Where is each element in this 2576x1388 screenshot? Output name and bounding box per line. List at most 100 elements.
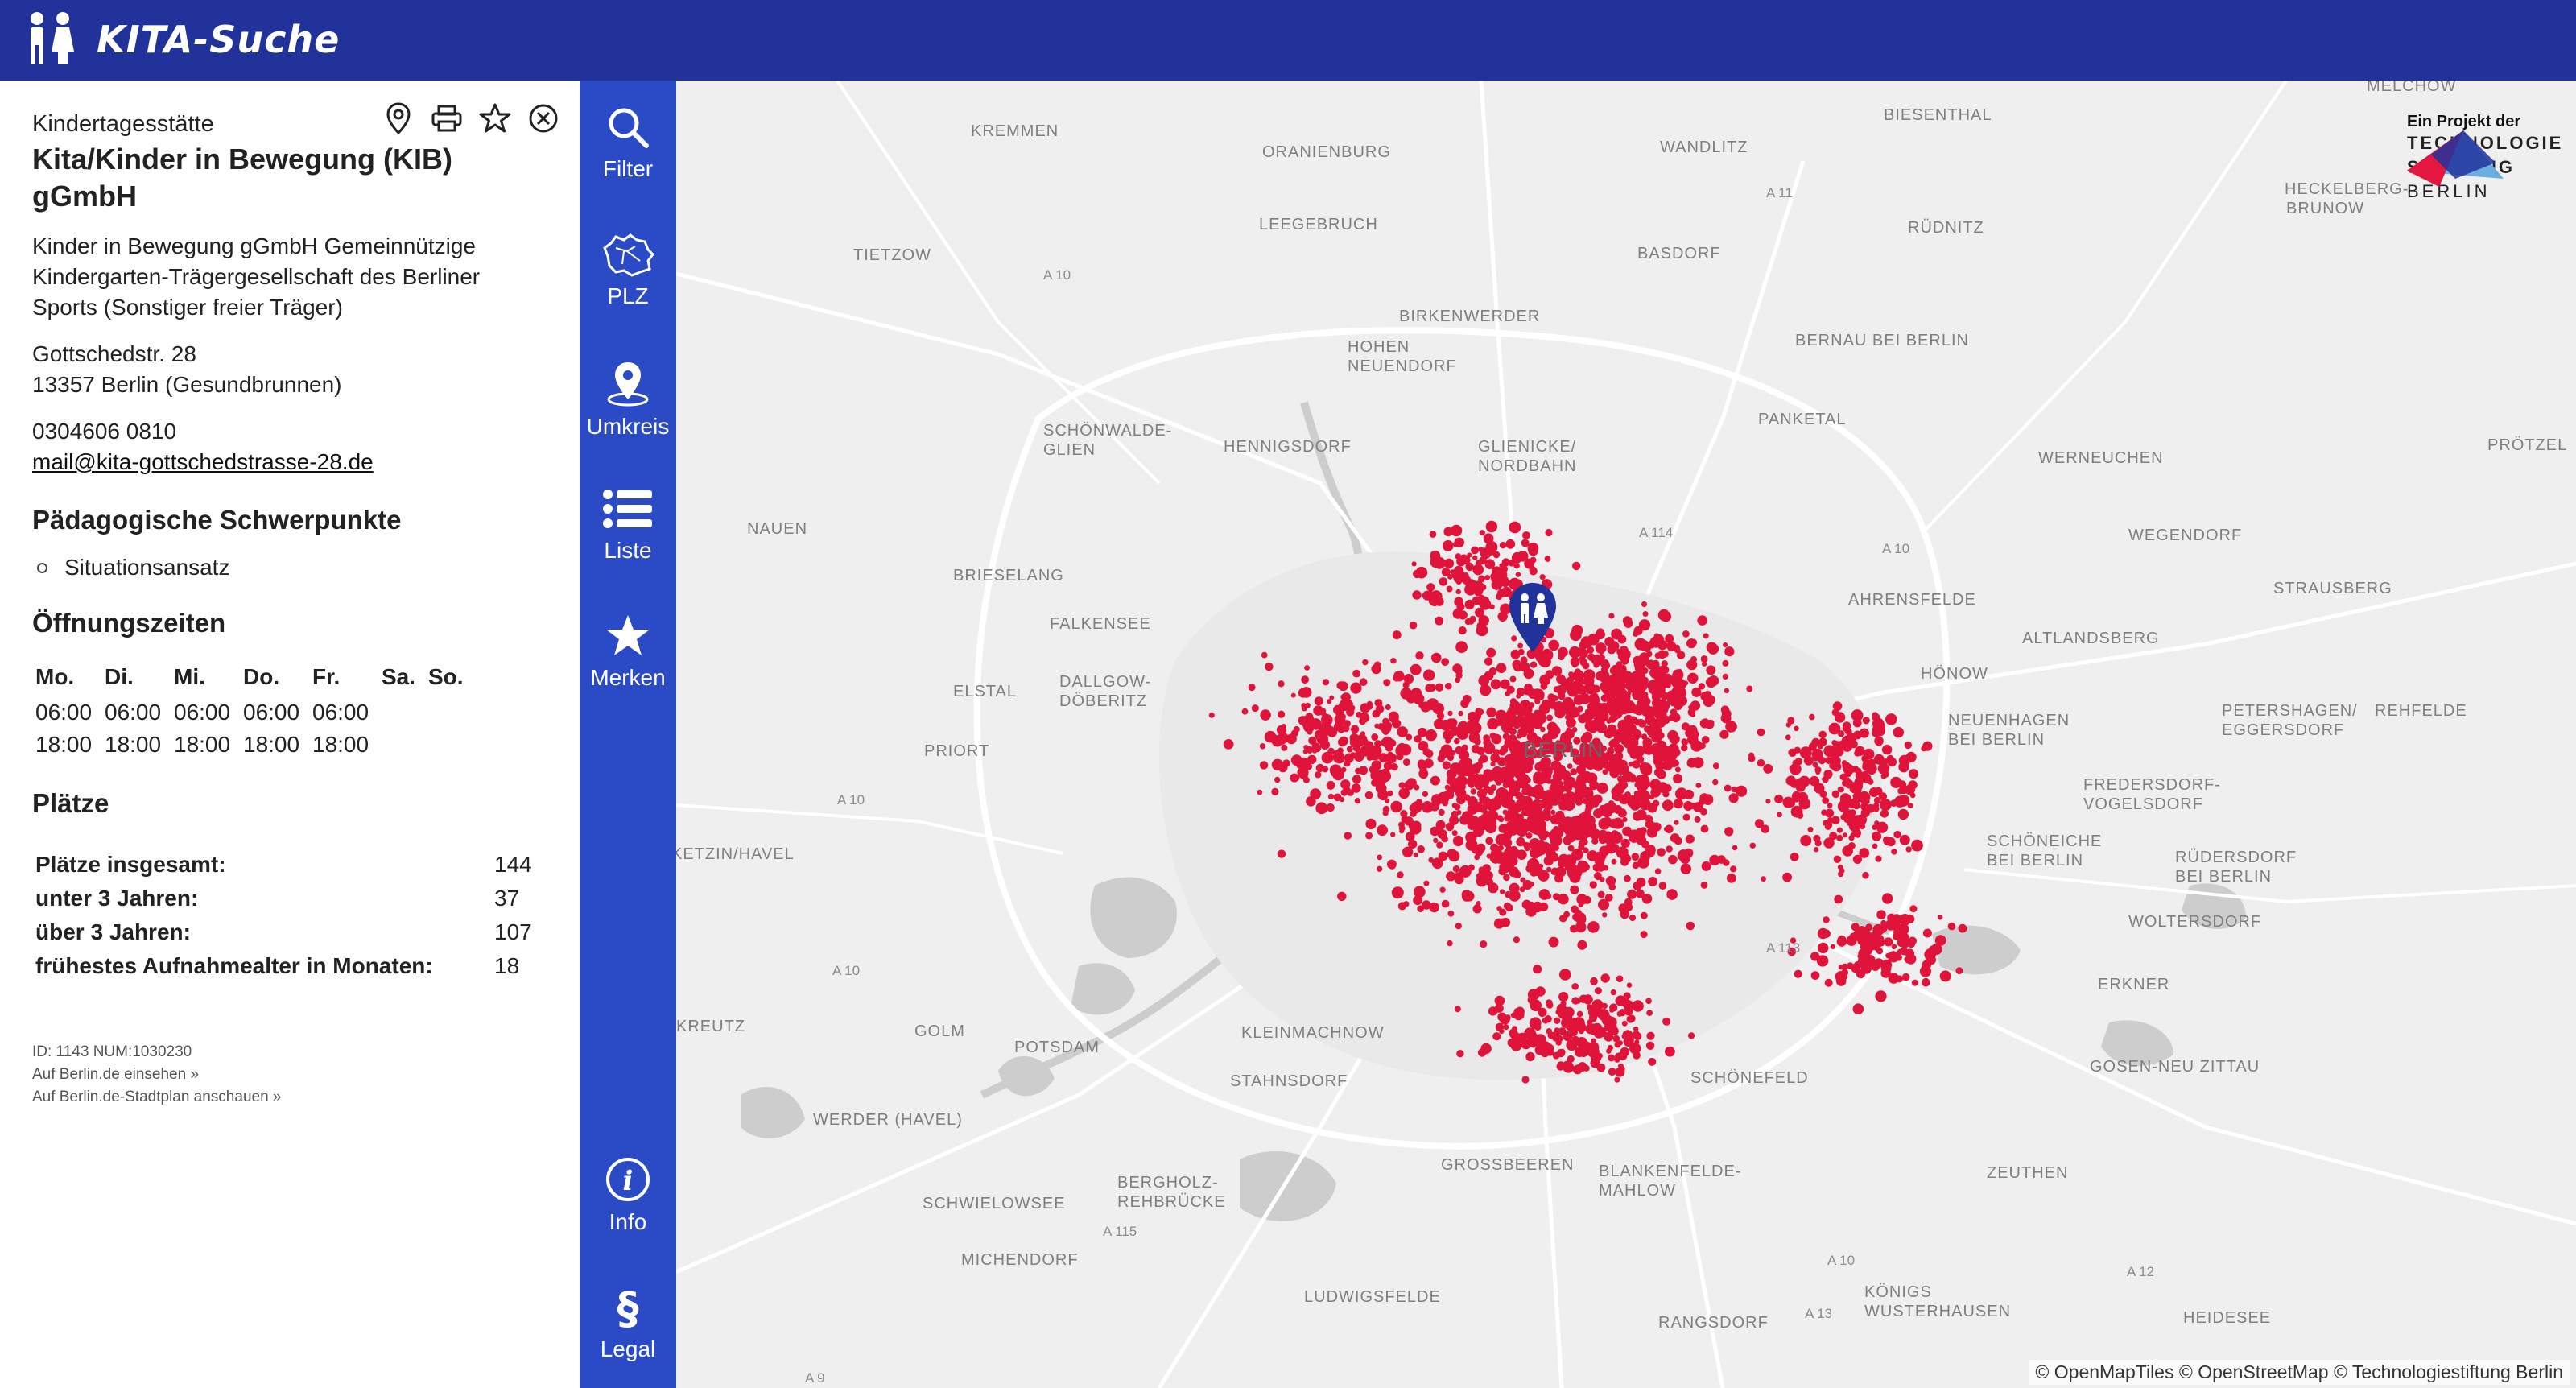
- kita-dot[interactable]: [1298, 716, 1308, 725]
- kita-dot[interactable]: [1390, 658, 1397, 664]
- kita-dot[interactable]: [1816, 955, 1829, 967]
- kita-dot[interactable]: [1687, 733, 1699, 746]
- kita-dot[interactable]: [1842, 724, 1851, 733]
- kita-dot[interactable]: [1657, 848, 1666, 857]
- kita-dot[interactable]: [1533, 965, 1542, 974]
- kita-dot[interactable]: [1631, 853, 1640, 861]
- kita-dot[interactable]: [1875, 855, 1882, 862]
- kita-dot[interactable]: [1879, 799, 1892, 811]
- kita-dot[interactable]: [1827, 803, 1833, 808]
- email-link[interactable]: mail@kita-gottschedstrasse-28.de: [32, 447, 547, 477]
- kita-dot[interactable]: [1593, 717, 1605, 729]
- kita-dot[interactable]: [1844, 779, 1854, 789]
- kita-dot[interactable]: [1362, 659, 1368, 666]
- kita-dot[interactable]: [1690, 656, 1698, 663]
- kita-dot[interactable]: [1293, 775, 1300, 782]
- kita-dot[interactable]: [1325, 725, 1335, 737]
- kita-dot[interactable]: [1843, 763, 1855, 775]
- kita-dot[interactable]: [1475, 762, 1484, 770]
- kita-dot[interactable]: [1522, 795, 1533, 807]
- kita-dot[interactable]: [1922, 928, 1932, 938]
- kita-dot[interactable]: [1898, 762, 1909, 773]
- kita-dot[interactable]: [1881, 893, 1893, 904]
- kita-dot[interactable]: [1375, 783, 1387, 794]
- kita-dot[interactable]: [1637, 835, 1645, 841]
- kita-dot[interactable]: [1612, 1035, 1620, 1043]
- kita-dot[interactable]: [1360, 703, 1370, 713]
- kita-dot[interactable]: [1637, 718, 1644, 725]
- kita-dot[interactable]: [1672, 669, 1684, 681]
- kita-dot[interactable]: [1624, 1006, 1633, 1016]
- kita-dot[interactable]: [1891, 849, 1897, 855]
- kita-dot[interactable]: [1546, 1047, 1554, 1056]
- kita-dot[interactable]: [1350, 725, 1360, 733]
- kita-dot[interactable]: [1700, 808, 1707, 816]
- kita-dot[interactable]: [1343, 720, 1351, 728]
- kita-dot[interactable]: [1314, 696, 1323, 706]
- kita-dot[interactable]: [1876, 741, 1882, 746]
- kita-dot[interactable]: [1761, 876, 1766, 882]
- kita-dot[interactable]: [1442, 540, 1454, 551]
- kita-dot[interactable]: [1513, 936, 1520, 944]
- kita-dot[interactable]: [1423, 880, 1430, 886]
- kita-dot[interactable]: [1909, 792, 1916, 799]
- kita-dot[interactable]: [1641, 894, 1653, 904]
- kita-dot[interactable]: [1466, 758, 1472, 764]
- kita-dot[interactable]: [1327, 793, 1335, 800]
- kita-dot[interactable]: [1836, 827, 1843, 833]
- kita-dot[interactable]: [1521, 787, 1530, 796]
- kita-dot[interactable]: [1456, 795, 1466, 805]
- kita-dot[interactable]: [1616, 713, 1622, 719]
- kita-dot[interactable]: [1389, 713, 1399, 723]
- kita-dot[interactable]: [1570, 629, 1582, 642]
- kita-dot[interactable]: [1880, 809, 1889, 818]
- kita-dot[interactable]: [1838, 730, 1845, 737]
- kita-dot[interactable]: [1476, 802, 1483, 808]
- kita-dot[interactable]: [1782, 872, 1792, 882]
- kita-dot[interactable]: [1665, 1046, 1675, 1057]
- kita-dot[interactable]: [1712, 762, 1719, 770]
- kita-dot[interactable]: [1538, 1010, 1546, 1018]
- kita-dot[interactable]: [1393, 671, 1405, 682]
- kita-dot[interactable]: [1670, 733, 1680, 745]
- kita-dot[interactable]: [1567, 763, 1573, 769]
- kita-dot[interactable]: [1388, 861, 1396, 870]
- kita-dot[interactable]: [1472, 904, 1482, 914]
- kita-dot[interactable]: [1575, 798, 1583, 806]
- kita-dot[interactable]: [1382, 810, 1389, 816]
- kita-dot[interactable]: [1501, 789, 1509, 795]
- kita-dot[interactable]: [1516, 837, 1525, 847]
- kita-dot[interactable]: [1595, 642, 1607, 654]
- kita-dot[interactable]: [1362, 738, 1368, 746]
- kita-dot[interactable]: [1794, 725, 1799, 732]
- kita-dot[interactable]: [1554, 1017, 1561, 1025]
- kita-dot[interactable]: [1306, 746, 1313, 753]
- kita-dot[interactable]: [1645, 714, 1656, 725]
- kita-dot[interactable]: [1648, 877, 1657, 886]
- kita-dot[interactable]: [1620, 857, 1629, 866]
- kita-dot[interactable]: [1491, 733, 1502, 745]
- kita-dot[interactable]: [1436, 841, 1443, 849]
- kita-dot[interactable]: [1550, 725, 1561, 736]
- kita-dot[interactable]: [1671, 713, 1681, 723]
- kita-dot[interactable]: [1349, 737, 1360, 748]
- kita-dot[interactable]: [1545, 528, 1553, 537]
- kita-dot[interactable]: [1622, 1030, 1633, 1041]
- kita-dot[interactable]: [1754, 819, 1765, 828]
- kita-dot[interactable]: [1673, 799, 1683, 809]
- kita-dot[interactable]: [1939, 970, 1951, 982]
- nav-merken[interactable]: Merken: [580, 613, 676, 718]
- kita-dot[interactable]: [1445, 718, 1457, 730]
- kita-dot[interactable]: [1454, 1006, 1461, 1013]
- kita-dot[interactable]: [1456, 727, 1469, 740]
- kita-dot[interactable]: [1398, 782, 1406, 789]
- kita-dot[interactable]: [1498, 816, 1505, 823]
- kita-dot[interactable]: [1558, 804, 1566, 811]
- kita-dot[interactable]: [1524, 688, 1530, 696]
- kita-dot[interactable]: [1616, 975, 1624, 982]
- kita-dot[interactable]: [1539, 841, 1551, 853]
- kita-dot[interactable]: [1347, 789, 1354, 796]
- kita-dot[interactable]: [1897, 795, 1910, 807]
- kita-dot[interactable]: [1555, 765, 1567, 775]
- kita-dot[interactable]: [1509, 675, 1517, 683]
